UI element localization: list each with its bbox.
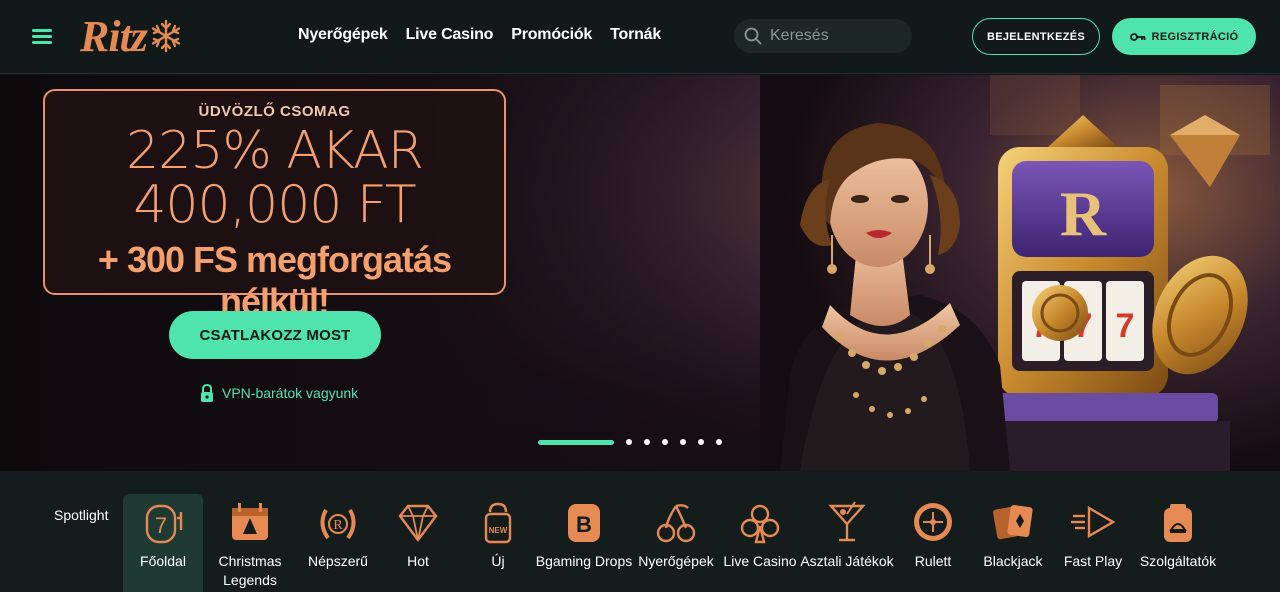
join-now-button[interactable]: CSATLAKOZZ MOST [169, 311, 381, 359]
login-button[interactable]: BEJELENTKEZÉS [972, 18, 1100, 55]
vpn-text: VPN-barátok vagyunk [222, 385, 359, 401]
laurel-r-icon: R [320, 509, 356, 540]
svg-text:NEW: NEW [489, 526, 508, 535]
carousel-dot[interactable] [662, 439, 668, 445]
search-icon [744, 27, 762, 45]
category-popular[interactable]: R Népszerű [298, 494, 378, 592]
category-table-games[interactable]: Asztali Játékok [800, 494, 894, 592]
new-tag-icon: NEW [484, 502, 512, 544]
hero-illustration: R 7 7 7 [760, 75, 1280, 471]
spotlight-label: Spotlight [54, 507, 109, 523]
cherries-icon [656, 504, 696, 543]
promo-box: ÜDVÖZLŐ CSOMAG 225% AKAR 400,000 FT + 30… [43, 89, 506, 322]
carousel-dot[interactable] [680, 439, 686, 445]
category-new[interactable]: NEW Új [458, 494, 538, 592]
category-bar: Spotlight 7 Főoldal Christmas Legends R … [0, 471, 1280, 592]
slot-seven-icon: 7 [145, 504, 183, 544]
category-label: Új [491, 553, 505, 569]
search-input[interactable] [770, 27, 900, 45]
logo-text: Ritz [80, 11, 148, 61]
login-label: BEJELENTKEZÉS [986, 30, 1086, 43]
svg-text:B: B [576, 512, 592, 537]
category-bgaming-drops[interactable]: B Bgaming Drops [536, 494, 632, 592]
register-label: REGISZTRÁCIÓ [1151, 30, 1239, 43]
category-hot[interactable]: Hot [378, 494, 458, 592]
promo-headline-1: 225% AKAR [126, 121, 424, 181]
club-icon [740, 504, 780, 544]
providers-icon [1164, 504, 1192, 542]
roulette-icon [914, 503, 952, 541]
promo-kicker: ÜDVÖZLŐ CSOMAG [198, 103, 351, 120]
carousel-dot[interactable] [626, 439, 632, 445]
search-box[interactable] [734, 19, 912, 53]
category-fast-play[interactable]: Fast Play [1053, 494, 1133, 592]
category-roulette[interactable]: Rulett [893, 494, 973, 592]
main-nav: Nyerőgépek Live Casino Promóciók Tornák [298, 26, 661, 44]
promo-headline-2: 400,000 FT [133, 175, 416, 235]
logo[interactable]: Ritz [80, 10, 206, 62]
diamond-icon [398, 504, 438, 542]
register-button[interactable]: REGISZTRÁCIÓ [1112, 18, 1256, 55]
top-header: Ritz Nyerőgépek Live Casino Promóciók To… [0, 0, 1280, 74]
category-home[interactable]: 7 Főoldal [123, 494, 203, 592]
lock-icon [201, 383, 213, 402]
vpn-badge: VPN-barátok vagyunk [200, 383, 358, 403]
category-christmas-legends[interactable]: Christmas Legends [210, 494, 290, 592]
category-slots[interactable]: Nyerőgépek [636, 494, 716, 592]
category-providers[interactable]: Szolgáltatók [1138, 494, 1218, 592]
category-label: Szolgáltatók [1139, 553, 1217, 569]
carousel-dot[interactable] [716, 439, 722, 445]
bgaming-b-icon: B [568, 504, 600, 542]
carousel-dot[interactable] [698, 439, 704, 445]
svg-text:7: 7 [155, 513, 167, 538]
svg-text:R: R [333, 518, 343, 533]
key-icon [1129, 32, 1146, 41]
carousel-dot[interactable] [644, 439, 650, 445]
menu-icon[interactable] [32, 29, 52, 45]
category-label: Főoldal [140, 553, 186, 569]
cards-icon [993, 505, 1033, 540]
category-live-casino[interactable]: Live Casino [720, 494, 800, 592]
category-label: Asztali Játékok [800, 553, 894, 569]
nav-live-casino[interactable]: Live Casino [406, 26, 494, 44]
nav-tournaments[interactable]: Tornák [610, 26, 661, 44]
carousel-dots [538, 439, 722, 445]
svg-text:R: R [1060, 178, 1107, 249]
hero-banner: R 7 7 7 [0, 75, 1280, 471]
category-label: Bgaming Drops [535, 553, 633, 569]
cocktail-icon [828, 501, 866, 542]
carousel-dot-active[interactable] [538, 439, 614, 445]
nav-slots[interactable]: Nyerőgépek [298, 26, 388, 44]
fast-play-icon [1071, 505, 1115, 539]
svg-text:7: 7 [1116, 307, 1135, 345]
snowflake-icon [151, 19, 181, 53]
category-blackjack[interactable]: Blackjack [973, 494, 1053, 592]
nav-promotions[interactable]: Promóciók [511, 26, 592, 44]
category-label: Christmas Legends [218, 553, 282, 588]
christmas-calendar-icon [232, 503, 268, 540]
join-now-label: CSATLAKOZZ MOST [199, 326, 351, 344]
category-label: Live Casino [723, 553, 797, 569]
